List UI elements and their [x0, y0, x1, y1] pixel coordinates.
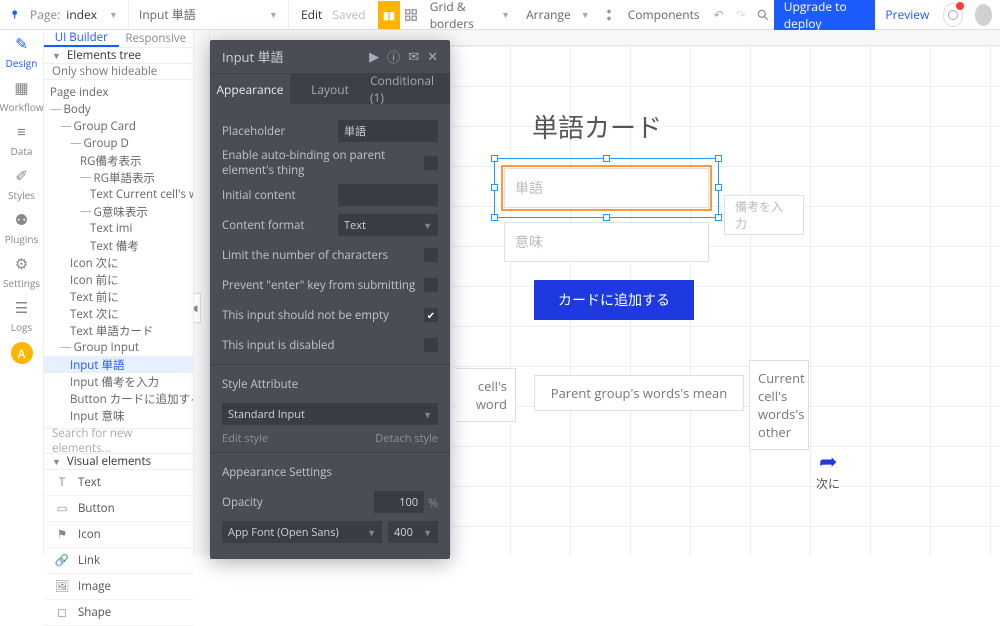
tree-node[interactable]: —Group D — [44, 135, 193, 152]
tree-node[interactable]: Text 備考 — [44, 237, 193, 254]
visual-element-item[interactable]: 🔗Link — [44, 548, 193, 574]
tab-appearance[interactable]: Appearance — [210, 74, 290, 104]
arrange-menu[interactable]: Arrange▼ — [518, 6, 598, 23]
element-selector[interactable]: Input 単語 ▼ — [129, 0, 289, 29]
tree-node[interactable]: Text 次に — [44, 305, 193, 322]
tree-node[interactable]: —Body — [44, 101, 193, 118]
edit-style-link[interactable]: Edit style — [222, 431, 268, 446]
grid-borders-menu[interactable]: Grid & borders▼ — [422, 0, 518, 32]
components-icon[interactable] — [598, 1, 620, 29]
page-selector[interactable]: Page: index ▼ — [0, 0, 129, 29]
detach-style-link[interactable]: Detach style — [375, 431, 438, 446]
preview-button[interactable]: Preview — [875, 6, 939, 23]
tree-node[interactable]: —G意味表示 — [44, 203, 193, 220]
workspace-avatar[interactable]: A — [11, 342, 33, 364]
not-empty-checkbox[interactable]: ✔ — [424, 308, 438, 322]
cell-other: Current cell's words's other — [749, 360, 809, 450]
notifications-icon[interactable] — [943, 3, 962, 27]
tab-layout[interactable]: Layout — [290, 74, 370, 104]
edit-status: Edit Saved — [289, 0, 378, 29]
tree-node[interactable]: Text imi — [44, 220, 193, 237]
collapse-left-icon[interactable]: ◀ — [194, 293, 201, 323]
tree-node[interactable]: Button カードに追加する — [44, 390, 193, 407]
components-menu[interactable]: Components — [620, 6, 708, 23]
tree-node[interactable]: Text 単語カード — [44, 322, 193, 339]
prevent-enter-checkbox[interactable] — [424, 278, 438, 292]
nav-rail: ✎Design ▦Workflow ≡Data ✐Styles ⚉Plugins… — [0, 30, 44, 555]
left-panel: UI Builder Responsive ▼Elements tree Onl… — [44, 30, 194, 555]
disabled-checkbox[interactable] — [424, 338, 438, 352]
chevron-down-icon: ▼ — [109, 8, 118, 21]
redo-icon[interactable]: ↷ — [730, 1, 752, 29]
property-panel[interactable]: Input 単語 ▶ ⓘ ✉ ✕ Appearance Layout Condi… — [210, 40, 450, 559]
undo-icon[interactable]: ↶ — [708, 1, 730, 29]
font-select[interactable]: App Font (Open Sans)▼ — [222, 521, 382, 543]
user-avatar[interactable] — [975, 4, 992, 26]
visual-element-item[interactable]: ◻Shape — [44, 600, 193, 626]
card-title: 単語カード — [532, 108, 662, 145]
next-label: 次に — [816, 475, 840, 492]
visual-element-item[interactable]: TText — [44, 470, 193, 496]
tree-node[interactable]: Icon 次に — [44, 254, 193, 271]
elements-tree-header[interactable]: ▼Elements tree — [44, 48, 193, 64]
next-arrow-icon[interactable]: ➦ — [819, 446, 837, 476]
tree-node[interactable]: Input 単語 — [44, 356, 193, 373]
panel-title: Input 単語 — [222, 47, 284, 66]
initial-content-field[interactable] — [338, 184, 438, 206]
visual-elements-header[interactable]: ▼Visual elements — [44, 454, 193, 470]
nav-settings[interactable]: ⚙Settings — [0, 250, 43, 294]
nav-plugins[interactable]: ⚉Plugins — [0, 206, 43, 250]
tree-node[interactable]: Input 備考を入力 — [44, 373, 193, 390]
nav-data[interactable]: ≡Data — [0, 118, 43, 162]
chat-icon[interactable]: ✉ — [408, 47, 419, 66]
tree-node[interactable]: Text Current cell's w… — [44, 186, 193, 203]
cell-mean: Parent group's words's mean — [534, 375, 744, 411]
input-biko[interactable]: 備考を入力 — [724, 195, 804, 235]
elements-tree: Page index—Body—Group Card—Group DRG備考表示… — [44, 80, 193, 428]
info-icon[interactable]: ⓘ — [387, 47, 400, 66]
placeholder-field[interactable]: 単語 — [338, 120, 438, 142]
nav-workflow[interactable]: ▦Workflow — [0, 74, 43, 118]
tree-node[interactable]: —Group Input — [44, 339, 193, 356]
tree-node[interactable]: Page index — [44, 84, 193, 101]
visual-element-item[interactable]: 🖼Image — [44, 574, 193, 600]
font-weight-select[interactable]: 400▼ — [388, 521, 438, 543]
tree-node[interactable]: RG備考表示 — [44, 152, 193, 169]
search-icon[interactable] — [752, 1, 774, 29]
tree-node[interactable]: —RG単語表示 — [44, 169, 193, 186]
gift-icon[interactable] — [378, 1, 400, 29]
logo-icon — [10, 8, 24, 22]
tree-node[interactable]: Input 意味 — [44, 407, 193, 424]
autobind-checkbox[interactable] — [424, 156, 438, 170]
close-icon[interactable]: ✕ — [427, 47, 438, 66]
grid-icon[interactable] — [400, 1, 422, 29]
tab-conditional[interactable]: Conditional (1) — [370, 74, 450, 104]
content-format-select[interactable]: Text▼ — [338, 214, 438, 236]
tab-ui-builder[interactable]: UI Builder — [44, 30, 119, 47]
selection-inner — [501, 165, 712, 211]
style-attribute-select[interactable]: Standard Input▼ — [222, 403, 438, 425]
add-card-button[interactable]: カードに追加する — [534, 280, 694, 320]
play-icon[interactable]: ▶ — [369, 47, 379, 66]
limit-chars-checkbox[interactable] — [424, 248, 438, 262]
cell-word: cell's word — [456, 368, 516, 422]
opacity-field[interactable]: 100 — [374, 491, 424, 513]
visual-element-item[interactable]: ⚑Icon — [44, 522, 193, 548]
element-search[interactable]: Search for new elements... — [44, 428, 193, 454]
tree-node[interactable]: —Group Card — [44, 118, 193, 135]
visual-element-item[interactable]: ▭Button — [44, 496, 193, 522]
nav-styles[interactable]: ✐Styles — [0, 162, 43, 206]
nav-logs[interactable]: ☰Logs — [0, 294, 43, 338]
input-imi[interactable]: 意味 — [504, 222, 709, 262]
chevron-down-icon: ▼ — [269, 8, 278, 21]
tree-node[interactable]: Text 前に — [44, 288, 193, 305]
tab-responsive[interactable]: Responsive — [119, 30, 194, 47]
nav-design[interactable]: ✎Design — [0, 30, 43, 74]
only-hideable-toggle[interactable]: Only show hideable — [44, 64, 193, 80]
page-label: Page: — [30, 6, 60, 23]
element-value: Input 単語 — [139, 6, 196, 23]
page-value: index — [66, 6, 97, 23]
tree-node[interactable]: Icon 前に — [44, 271, 193, 288]
